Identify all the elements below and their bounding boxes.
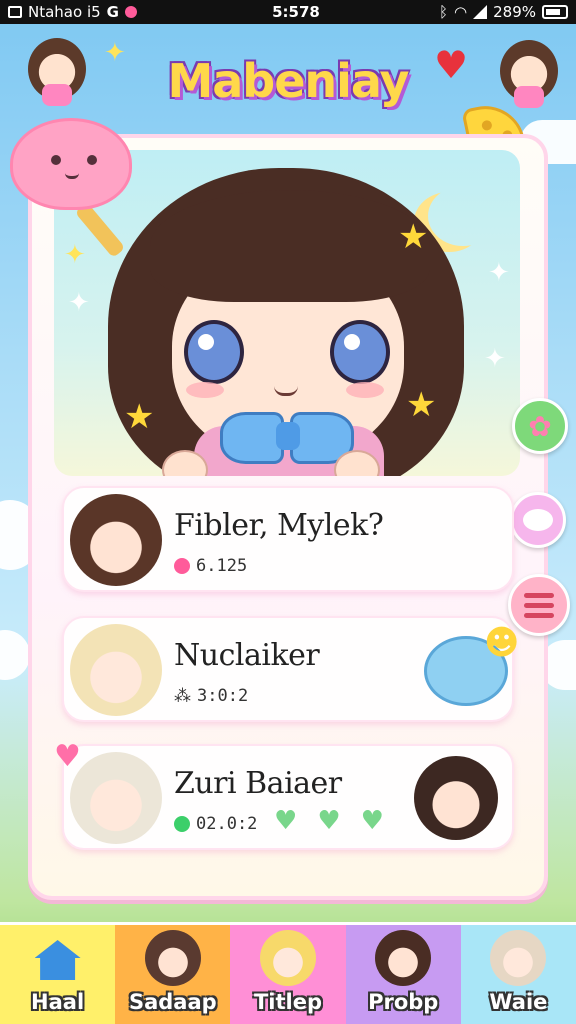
house-icon	[34, 940, 81, 980]
nav-label: Titlep	[253, 990, 323, 1014]
chat-face-icon	[523, 509, 553, 531]
profile-avatar-left[interactable]	[28, 38, 86, 106]
list-item-title: Zuri Baiaer	[174, 766, 342, 801]
sparkle-icon: ✦	[68, 288, 90, 318]
list-item[interactable]: Zuri Baiaer 02.0:2 ♥ ♥ ♥	[62, 744, 514, 850]
avatar	[70, 494, 162, 586]
list-item-title: Nuclaiker	[174, 638, 320, 673]
bunny-icon	[490, 930, 547, 986]
cloud-decoration	[0, 630, 30, 680]
bow-icon	[220, 412, 354, 464]
flower-button[interactable]: ✿	[512, 398, 568, 454]
list-item[interactable]: Fibler, Mylek? 6.125	[62, 486, 514, 592]
list-item-meta: 02.0:2	[174, 814, 257, 834]
nav-item-titlep[interactable]: Titlep	[230, 925, 346, 1024]
character-eye-left	[184, 320, 244, 384]
leaf-icon	[174, 816, 190, 832]
status-left-text: Ntahao i5	[28, 3, 101, 21]
sparkle-icon: ✦	[64, 240, 86, 270]
catgirl-icon	[375, 930, 432, 986]
app-title: Mabeniay	[167, 54, 409, 108]
chat-button[interactable]	[510, 492, 566, 548]
character-bangs	[150, 190, 430, 302]
status-time: 5:578	[272, 3, 320, 21]
blob-pet-icon	[10, 118, 132, 210]
nav-label: Waie	[489, 990, 548, 1014]
avatar-dress	[42, 84, 72, 106]
smiley-icon: ☻	[484, 623, 520, 663]
wifi-icon: ◠	[454, 3, 468, 21]
blush-left	[186, 382, 224, 398]
nav-item-sadaap[interactable]: Sadaap	[115, 925, 231, 1024]
profile-avatar-right[interactable]	[500, 40, 558, 108]
nav-item-home[interactable]: Haal	[0, 925, 116, 1024]
cat-girl-avatar	[414, 756, 498, 840]
hearts-row: ♥ ♥ ♥	[274, 808, 384, 834]
heart-icon[interactable]: ♥	[434, 46, 468, 84]
list-item-meta-value: 6.125	[196, 556, 248, 576]
heart-icon: ♥	[54, 739, 81, 774]
list-item-meta-value: 3:0:2	[197, 686, 249, 706]
gallery-icon	[8, 6, 22, 18]
star-icon: ✦	[104, 38, 126, 68]
moon-icon	[428, 186, 498, 246]
star-icon: ★	[124, 397, 155, 437]
list-item-meta: 6.125	[174, 556, 247, 576]
blush-right	[346, 382, 384, 398]
signal-icon	[473, 5, 488, 19]
heart-icon: ♥	[274, 806, 298, 836]
nav-item-probp[interactable]: Probp	[345, 925, 461, 1024]
bottom-nav: Haal Sadaap Titlep Probp Waie	[0, 922, 576, 1024]
avatar	[70, 752, 162, 844]
hero-illustration: ★ ★ ★ ✦ ✦ ✦	[54, 150, 520, 476]
heart-icon: ♥	[360, 806, 384, 836]
paw-icon: ⁂	[174, 686, 191, 706]
cat-icon	[144, 930, 201, 986]
avatar	[70, 624, 162, 716]
list-item-meta-value: 02.0:2	[196, 814, 258, 834]
character-eye-right	[330, 320, 390, 384]
heart-icon: ♥	[317, 806, 341, 836]
avatar-dress	[514, 86, 544, 108]
star-icon: ★	[406, 385, 437, 425]
nav-item-waie[interactable]: Waie	[460, 925, 576, 1024]
battery-percent: 289%	[493, 3, 536, 21]
sparkle-icon: ✦	[484, 344, 506, 374]
nav-label: Haal	[31, 990, 85, 1014]
list-item[interactable]: Nuclaiker ⁂ 3:0:2 ☻	[62, 616, 519, 722]
girl-icon	[260, 930, 316, 986]
notification-dot-icon	[124, 6, 137, 18]
g-icon: G	[106, 3, 119, 21]
flower-icon	[174, 558, 190, 574]
bluetooth-icon: ᛒ	[439, 3, 449, 21]
nav-label: Probp	[368, 990, 439, 1014]
battery-icon	[542, 5, 568, 19]
star-icon: ★	[398, 217, 429, 257]
sparkle-icon: ✦	[488, 258, 510, 288]
nav-label: Sadaap	[128, 990, 217, 1014]
status-bar: Ntahao i5 G 5:578 ᛒ ◠ 289%	[0, 0, 576, 24]
list-item-meta: ⁂ 3:0:2	[174, 686, 248, 706]
list-item-title: Fibler, Mylek?	[174, 508, 384, 543]
